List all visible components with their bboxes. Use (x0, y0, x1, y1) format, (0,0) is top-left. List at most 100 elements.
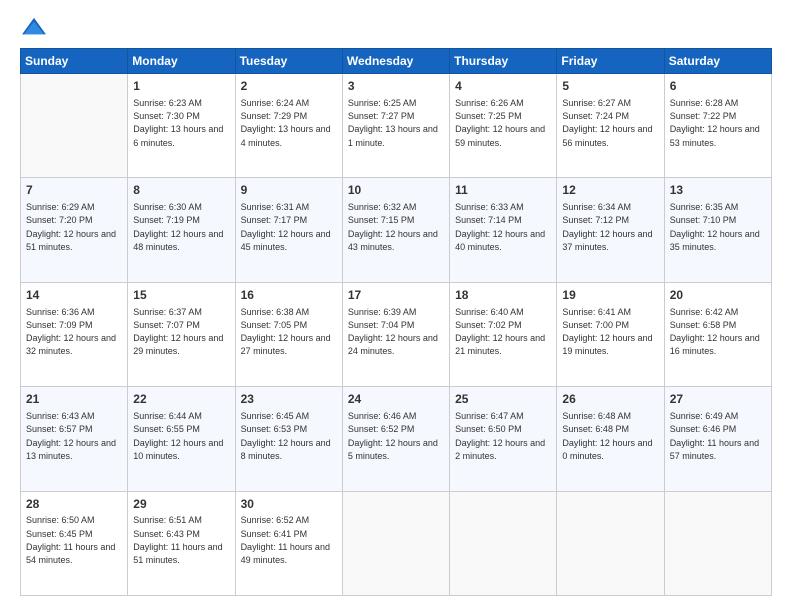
calendar-cell: 21 Sunrise: 6:43 AMSunset: 6:57 PMDaylig… (21, 387, 128, 491)
calendar-cell: 4 Sunrise: 6:26 AMSunset: 7:25 PMDayligh… (450, 74, 557, 178)
calendar-cell: 2 Sunrise: 6:24 AMSunset: 7:29 PMDayligh… (235, 74, 342, 178)
calendar-week-5: 28 Sunrise: 6:50 AMSunset: 6:45 PMDaylig… (21, 491, 772, 595)
day-number: 12 (562, 182, 658, 199)
cell-content: Sunrise: 6:36 AMSunset: 7:09 PMDaylight:… (26, 307, 116, 357)
cell-content: Sunrise: 6:48 AMSunset: 6:48 PMDaylight:… (562, 411, 652, 461)
day-number: 16 (241, 287, 337, 304)
calendar-cell: 26 Sunrise: 6:48 AMSunset: 6:48 PMDaylig… (557, 387, 664, 491)
calendar-cell: 13 Sunrise: 6:35 AMSunset: 7:10 PMDaylig… (664, 178, 771, 282)
cell-content: Sunrise: 6:49 AMSunset: 6:46 PMDaylight:… (670, 411, 759, 461)
day-number: 21 (26, 391, 122, 408)
calendar-cell: 22 Sunrise: 6:44 AMSunset: 6:55 PMDaylig… (128, 387, 235, 491)
calendar-cell: 9 Sunrise: 6:31 AMSunset: 7:17 PMDayligh… (235, 178, 342, 282)
cell-content: Sunrise: 6:25 AMSunset: 7:27 PMDaylight:… (348, 98, 438, 148)
cell-content: Sunrise: 6:28 AMSunset: 7:22 PMDaylight:… (670, 98, 760, 148)
cell-content: Sunrise: 6:42 AMSunset: 6:58 PMDaylight:… (670, 307, 760, 357)
cell-content: Sunrise: 6:43 AMSunset: 6:57 PMDaylight:… (26, 411, 116, 461)
calendar-cell: 12 Sunrise: 6:34 AMSunset: 7:12 PMDaylig… (557, 178, 664, 282)
day-number: 28 (26, 496, 122, 513)
day-number: 27 (670, 391, 766, 408)
cell-content: Sunrise: 6:37 AMSunset: 7:07 PMDaylight:… (133, 307, 223, 357)
calendar-cell: 6 Sunrise: 6:28 AMSunset: 7:22 PMDayligh… (664, 74, 771, 178)
cell-content: Sunrise: 6:33 AMSunset: 7:14 PMDaylight:… (455, 202, 545, 252)
calendar-cell (342, 491, 449, 595)
calendar-cell: 11 Sunrise: 6:33 AMSunset: 7:14 PMDaylig… (450, 178, 557, 282)
weekday-header-thursday: Thursday (450, 49, 557, 74)
cell-content: Sunrise: 6:34 AMSunset: 7:12 PMDaylight:… (562, 202, 652, 252)
weekday-header-wednesday: Wednesday (342, 49, 449, 74)
cell-content: Sunrise: 6:38 AMSunset: 7:05 PMDaylight:… (241, 307, 331, 357)
cell-content: Sunrise: 6:35 AMSunset: 7:10 PMDaylight:… (670, 202, 760, 252)
cell-content: Sunrise: 6:30 AMSunset: 7:19 PMDaylight:… (133, 202, 223, 252)
day-number: 11 (455, 182, 551, 199)
calendar-cell: 25 Sunrise: 6:47 AMSunset: 6:50 PMDaylig… (450, 387, 557, 491)
weekday-header-tuesday: Tuesday (235, 49, 342, 74)
cell-content: Sunrise: 6:51 AMSunset: 6:43 PMDaylight:… (133, 515, 222, 565)
day-number: 3 (348, 78, 444, 95)
calendar-cell: 7 Sunrise: 6:29 AMSunset: 7:20 PMDayligh… (21, 178, 128, 282)
calendar-week-3: 14 Sunrise: 6:36 AMSunset: 7:09 PMDaylig… (21, 282, 772, 386)
page: SundayMondayTuesdayWednesdayThursdayFrid… (0, 0, 792, 612)
calendar-cell: 18 Sunrise: 6:40 AMSunset: 7:02 PMDaylig… (450, 282, 557, 386)
calendar-cell: 14 Sunrise: 6:36 AMSunset: 7:09 PMDaylig… (21, 282, 128, 386)
calendar-week-1: 1 Sunrise: 6:23 AMSunset: 7:30 PMDayligh… (21, 74, 772, 178)
calendar-cell (557, 491, 664, 595)
cell-content: Sunrise: 6:26 AMSunset: 7:25 PMDaylight:… (455, 98, 545, 148)
day-number: 20 (670, 287, 766, 304)
day-number: 26 (562, 391, 658, 408)
calendar-cell: 27 Sunrise: 6:49 AMSunset: 6:46 PMDaylig… (664, 387, 771, 491)
calendar-header-row: SundayMondayTuesdayWednesdayThursdayFrid… (21, 49, 772, 74)
day-number: 10 (348, 182, 444, 199)
calendar-cell: 1 Sunrise: 6:23 AMSunset: 7:30 PMDayligh… (128, 74, 235, 178)
cell-content: Sunrise: 6:23 AMSunset: 7:30 PMDaylight:… (133, 98, 223, 148)
cell-content: Sunrise: 6:44 AMSunset: 6:55 PMDaylight:… (133, 411, 223, 461)
day-number: 18 (455, 287, 551, 304)
calendar-cell: 8 Sunrise: 6:30 AMSunset: 7:19 PMDayligh… (128, 178, 235, 282)
calendar-cell: 20 Sunrise: 6:42 AMSunset: 6:58 PMDaylig… (664, 282, 771, 386)
calendar-cell (664, 491, 771, 595)
day-number: 9 (241, 182, 337, 199)
calendar-week-2: 7 Sunrise: 6:29 AMSunset: 7:20 PMDayligh… (21, 178, 772, 282)
day-number: 19 (562, 287, 658, 304)
calendar-cell: 24 Sunrise: 6:46 AMSunset: 6:52 PMDaylig… (342, 387, 449, 491)
weekday-header-sunday: Sunday (21, 49, 128, 74)
cell-content: Sunrise: 6:32 AMSunset: 7:15 PMDaylight:… (348, 202, 438, 252)
day-number: 2 (241, 78, 337, 95)
day-number: 30 (241, 496, 337, 513)
day-number: 23 (241, 391, 337, 408)
day-number: 29 (133, 496, 229, 513)
cell-content: Sunrise: 6:41 AMSunset: 7:00 PMDaylight:… (562, 307, 652, 357)
calendar: SundayMondayTuesdayWednesdayThursdayFrid… (20, 48, 772, 596)
weekday-header-friday: Friday (557, 49, 664, 74)
cell-content: Sunrise: 6:39 AMSunset: 7:04 PMDaylight:… (348, 307, 438, 357)
calendar-cell: 3 Sunrise: 6:25 AMSunset: 7:27 PMDayligh… (342, 74, 449, 178)
calendar-cell: 30 Sunrise: 6:52 AMSunset: 6:41 PMDaylig… (235, 491, 342, 595)
calendar-week-4: 21 Sunrise: 6:43 AMSunset: 6:57 PMDaylig… (21, 387, 772, 491)
day-number: 17 (348, 287, 444, 304)
calendar-cell: 29 Sunrise: 6:51 AMSunset: 6:43 PMDaylig… (128, 491, 235, 595)
day-number: 24 (348, 391, 444, 408)
calendar-cell: 10 Sunrise: 6:32 AMSunset: 7:15 PMDaylig… (342, 178, 449, 282)
header (20, 16, 772, 38)
cell-content: Sunrise: 6:52 AMSunset: 6:41 PMDaylight:… (241, 515, 330, 565)
cell-content: Sunrise: 6:47 AMSunset: 6:50 PMDaylight:… (455, 411, 545, 461)
calendar-cell: 28 Sunrise: 6:50 AMSunset: 6:45 PMDaylig… (21, 491, 128, 595)
logo (20, 16, 52, 38)
day-number: 6 (670, 78, 766, 95)
weekday-header-saturday: Saturday (664, 49, 771, 74)
logo-icon (20, 16, 48, 38)
weekday-header-monday: Monday (128, 49, 235, 74)
calendar-cell (450, 491, 557, 595)
day-number: 25 (455, 391, 551, 408)
calendar-cell: 15 Sunrise: 6:37 AMSunset: 7:07 PMDaylig… (128, 282, 235, 386)
day-number: 7 (26, 182, 122, 199)
cell-content: Sunrise: 6:46 AMSunset: 6:52 PMDaylight:… (348, 411, 438, 461)
cell-content: Sunrise: 6:40 AMSunset: 7:02 PMDaylight:… (455, 307, 545, 357)
day-number: 5 (562, 78, 658, 95)
calendar-cell: 17 Sunrise: 6:39 AMSunset: 7:04 PMDaylig… (342, 282, 449, 386)
cell-content: Sunrise: 6:24 AMSunset: 7:29 PMDaylight:… (241, 98, 331, 148)
day-number: 4 (455, 78, 551, 95)
cell-content: Sunrise: 6:27 AMSunset: 7:24 PMDaylight:… (562, 98, 652, 148)
day-number: 8 (133, 182, 229, 199)
day-number: 1 (133, 78, 229, 95)
